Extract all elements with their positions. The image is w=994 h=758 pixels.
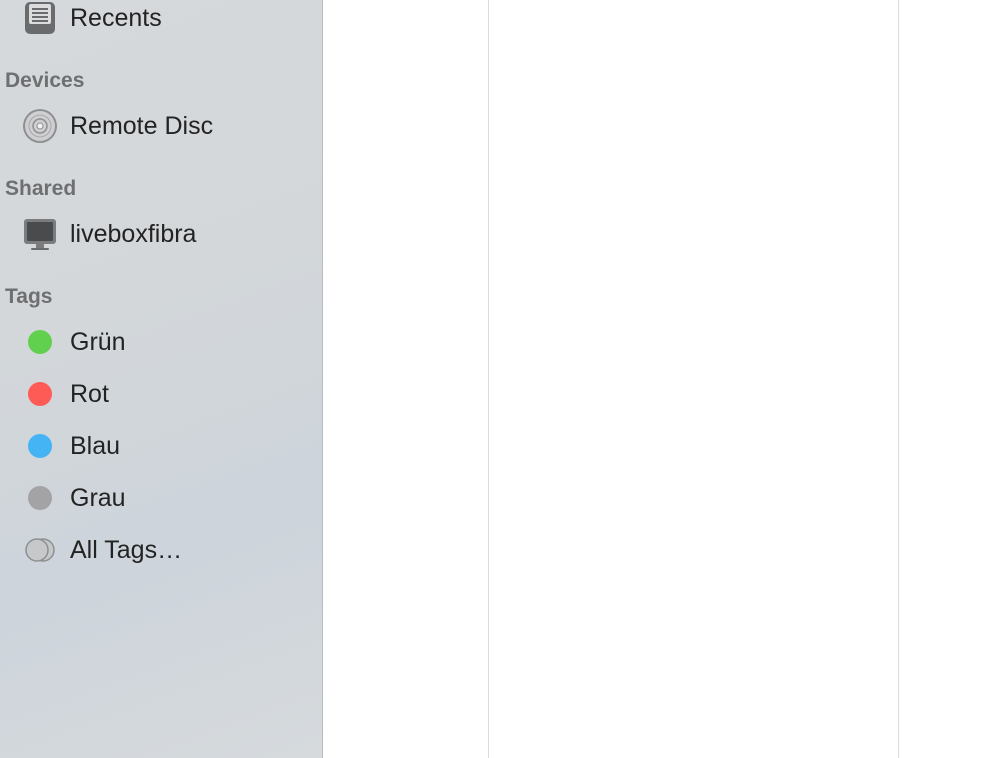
sidebar-item-label: Blau [70, 431, 121, 460]
sidebar-item-label: Recents [70, 3, 162, 32]
file-browser-columns [323, 0, 994, 758]
blue-tag-icon [22, 428, 58, 464]
sidebar-item-label: liveboxfibra [70, 219, 197, 248]
column-divider[interactable] [898, 0, 899, 758]
column-divider[interactable] [488, 0, 489, 758]
sidebar-item-tag-gruen[interactable]: Grün [0, 320, 322, 364]
sidebar-item-label: Grau [70, 483, 126, 512]
recents-icon [22, 0, 58, 36]
tag-color-dot [28, 434, 52, 458]
section-header-devices: Devices [5, 69, 85, 92]
section-header-shared: Shared [5, 177, 77, 200]
sidebar-item-recents[interactable]: Recents [0, 0, 322, 40]
gray-tag-icon [22, 480, 58, 516]
sidebar-item-label: All Tags… [70, 535, 183, 564]
green-tag-icon [22, 324, 58, 360]
sidebar-item-label: Grün [70, 327, 126, 356]
finder-window: Recents Devices Remote Disc Shared liveb… [0, 0, 994, 758]
sidebar-item-tag-rot[interactable]: Rot [0, 372, 322, 416]
sidebar-item-tag-grau[interactable]: Grau [0, 476, 322, 520]
sidebar-item-liveboxfibra[interactable]: liveboxfibra [0, 212, 322, 256]
tag-color-dot [28, 486, 52, 510]
computer-icon [22, 216, 58, 252]
disc-icon [22, 108, 58, 144]
tag-color-dot [28, 382, 52, 406]
sidebar: Recents Devices Remote Disc Shared liveb… [0, 0, 323, 758]
red-tag-icon [22, 376, 58, 412]
sidebar-item-remote-disc[interactable]: Remote Disc [0, 104, 322, 148]
sidebar-item-label: Rot [70, 379, 109, 408]
sidebar-item-label: Remote Disc [70, 111, 214, 140]
sidebar-item-all-tags[interactable]: All Tags… [0, 528, 322, 572]
sidebar-item-tag-blau[interactable]: Blau [0, 424, 322, 468]
section-header-tags: Tags [5, 285, 53, 308]
tag-color-dot [28, 330, 52, 354]
all-tags-icon [22, 532, 58, 568]
